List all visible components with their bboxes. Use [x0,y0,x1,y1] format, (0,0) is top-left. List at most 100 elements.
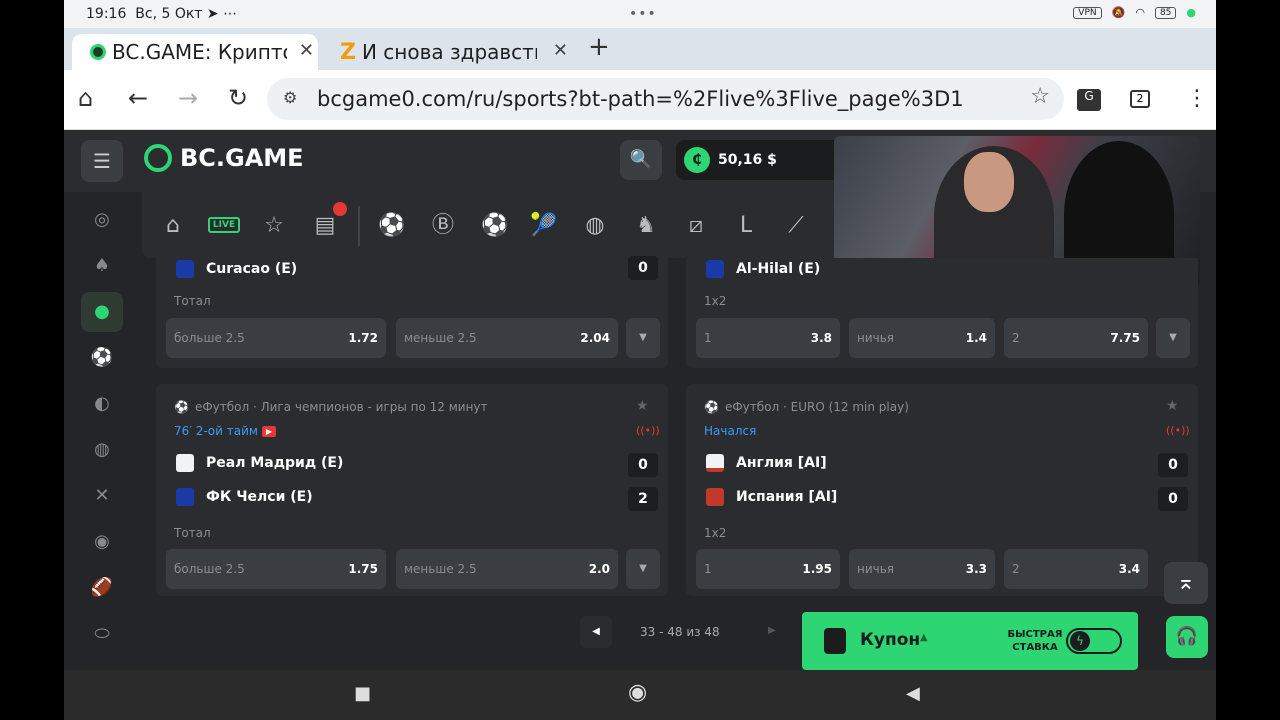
sidebar-casino-icon[interactable]: ◎ [81,200,123,240]
notification-badge [333,202,347,216]
league-name: еФутбол · Лига чемпионов - игры по 12 ми… [194,400,488,414]
url-field[interactable]: ⚙ bcgame0.com/ru/sports?bt-path=%2Flive%… [267,78,1064,120]
odds-value: 1.72 [348,331,378,345]
search-button[interactable]: 🔍 [620,140,662,180]
home-icon[interactable]: ⌂ [78,84,93,112]
team-shirt-icon [706,488,724,506]
soccer-icon[interactable]: ⚽ [374,208,410,244]
tab-close-icon[interactable]: ✕ [299,40,314,61]
odds-button[interactable]: 2 3.4 [1004,549,1148,589]
league-row: ⚽ еФутбол · Лига чемпионов - игры по 12 м… [174,400,488,414]
recents-icon[interactable]: ■ [354,683,371,704]
sidebar: ◎ ♠ ● ⚽ ◐ ◍ ✕ ◉ 🏈 ⬭ [81,200,123,670]
match-card: ⚽ еФутбол · EURO (12 min play) ★ Начался … [686,384,1198,596]
team-row: Curacao (E) [176,260,297,278]
odds-button[interactable]: 1 3.8 [696,318,840,358]
sidebar-cards-icon[interactable]: ♠ [81,246,123,286]
fast-bet-toggle[interactable]: ϟ [1066,628,1122,654]
live-button[interactable]: LIVE [208,217,240,233]
match-status: 76′ 2-ой тайм ▶ [174,424,276,438]
sidebar-tennis-icon[interactable]: ◐ [81,384,123,424]
market-label: Тотал [174,294,211,308]
bookmark-star-icon[interactable]: ☆ [1030,84,1050,109]
favorite-star-icon[interactable]: ★ [636,398,649,414]
odds-value: 2.0 [588,562,610,576]
bcgame-logo[interactable]: BC.GAME [144,144,304,172]
odds-value: 3.4 [1118,562,1140,576]
forward-icon[interactable]: → [178,84,198,112]
browser-tab-bcgame[interactable]: BC.GAME: Крипто ✕ [72,34,318,70]
menu-toggle-button[interactable]: ☰ [81,140,123,182]
odds-value: 2.04 [580,331,610,345]
translate-icon[interactable]: G [1077,89,1101,111]
match-card: Al-Hilal (E) 1x2 1 3.8 ничья 1.4 2 7.75 ▼ [686,258,1198,368]
team-shirt-icon [176,454,194,472]
scroll-to-top-button[interactable]: ⌅ [1164,562,1208,604]
odds-button[interactable]: больше 2.5 1.72 [166,318,386,358]
sidebar-soccer-icon[interactable]: ⚽ [81,338,123,378]
odds-label: больше 2.5 [174,562,245,576]
more-markets-button[interactable]: ▼ [1156,318,1190,358]
team-name: Испания [AI] [736,489,838,505]
multiwindow-handle[interactable]: ••• [629,6,657,22]
favorite-star-icon[interactable]: ★ [1166,398,1179,414]
telegram-icon: ➤ [206,6,219,22]
cricket-icon[interactable]: ⟋ [778,208,814,244]
bcgame-page: ☰ BC.GAME 🔍 ₵ 50,16 $ ◎ ♠ ● ⚽ ◐ ◍ ✕ ◉ 🏈 … [64,130,1216,670]
browser-tab-second[interactable]: Z И снова здравств ✕ [332,34,572,70]
odds-button[interactable]: ничья 3.3 [849,549,995,589]
odds-button[interactable]: 1 1.95 [696,549,840,589]
dota-icon[interactable]: ⧄ [678,208,714,244]
previous-page-button[interactable]: ◀ [580,616,612,648]
team-name: Al-Hilal (E) [736,261,821,277]
counter-strike-icon[interactable]: ♞ [628,208,664,244]
address-bar-row: ⌂ ← → ↻ ⚙ bcgame0.com/ru/sports?bt-path=… [64,70,1216,130]
team-name: Англия [AI] [736,455,827,471]
sidebar-efootball-icon[interactable]: ◉ [81,522,123,562]
odds-button[interactable]: 2 7.75 [1004,318,1148,358]
basketball-icon[interactable]: ◍ [577,208,613,244]
bet-slip-icon[interactable]: ▤ [307,202,347,244]
odds-button[interactable]: меньше 2.5 2.0 [396,549,618,589]
home-circle-icon[interactable]: ◉ [628,680,647,705]
league-of-legends-icon[interactable]: Ⅼ [728,208,764,244]
sidebar-hockey-icon[interactable]: ⬭ [81,614,123,654]
team-score: 0 [1158,453,1188,477]
next-page-button[interactable]: ▶ [768,625,776,636]
sidebar-football-icon[interactable]: 🏈 [81,568,123,608]
odds-label: меньше 2.5 [404,562,477,576]
more-markets-button[interactable]: ▼ [626,549,660,589]
sidebar-basketball-icon[interactable]: ◍ [81,430,123,470]
tab-close-icon[interactable]: ✕ [553,40,568,61]
browser-menu-icon[interactable]: ⋮ [1186,86,1208,111]
tennis-icon[interactable]: 🎾 [526,208,562,244]
more-markets-button[interactable]: ▼ [626,318,660,358]
team-row: Al-Hilal (E) [706,260,820,278]
hot-soccer-icon[interactable]: ⚽ [477,208,513,244]
match-time: 76′ 2-ой тайм [174,424,258,438]
currency-icon: ₵ [684,147,710,173]
originals-icon[interactable]: Ⓑ [425,208,461,244]
support-button[interactable]: 🎧 [1166,616,1208,658]
coupon-bar[interactable]: Купон ▲ БЫСТРАЯ СТАВКА ϟ [802,612,1138,670]
odds-button[interactable]: ничья 1.4 [849,318,995,358]
back-icon[interactable]: ← [128,84,148,112]
back-triangle-icon[interactable]: ◀ [906,683,920,704]
wallet-balance[interactable]: ₵ 50,16 $ [676,140,846,180]
site-settings-icon[interactable]: ⚙ [283,88,297,107]
home-icon[interactable]: ⌂ [155,208,191,244]
tab-count-button[interactable]: 2 [1130,90,1150,108]
market-label: Тотал [174,526,211,540]
sidebar-sports-icon[interactable]: ● [81,292,123,332]
tab-title: И снова здравств [361,40,537,64]
new-tab-button[interactable]: + [588,32,610,62]
odds-button[interactable]: больше 2.5 1.75 [166,549,386,589]
stream-icon[interactable]: ▶ [261,426,276,437]
browser-tab-strip: BC.GAME: Крипто ✕ Z И снова здравств ✕ + [64,28,1216,70]
sidebar-esports-icon[interactable]: ✕ [81,476,123,516]
dot-indicator-icon: ● [1186,6,1196,19]
reload-icon[interactable]: ↻ [228,84,248,112]
coupon-label: Купон [860,630,921,650]
favorites-icon[interactable]: ☆ [256,208,292,244]
odds-button[interactable]: меньше 2.5 2.04 [396,318,618,358]
